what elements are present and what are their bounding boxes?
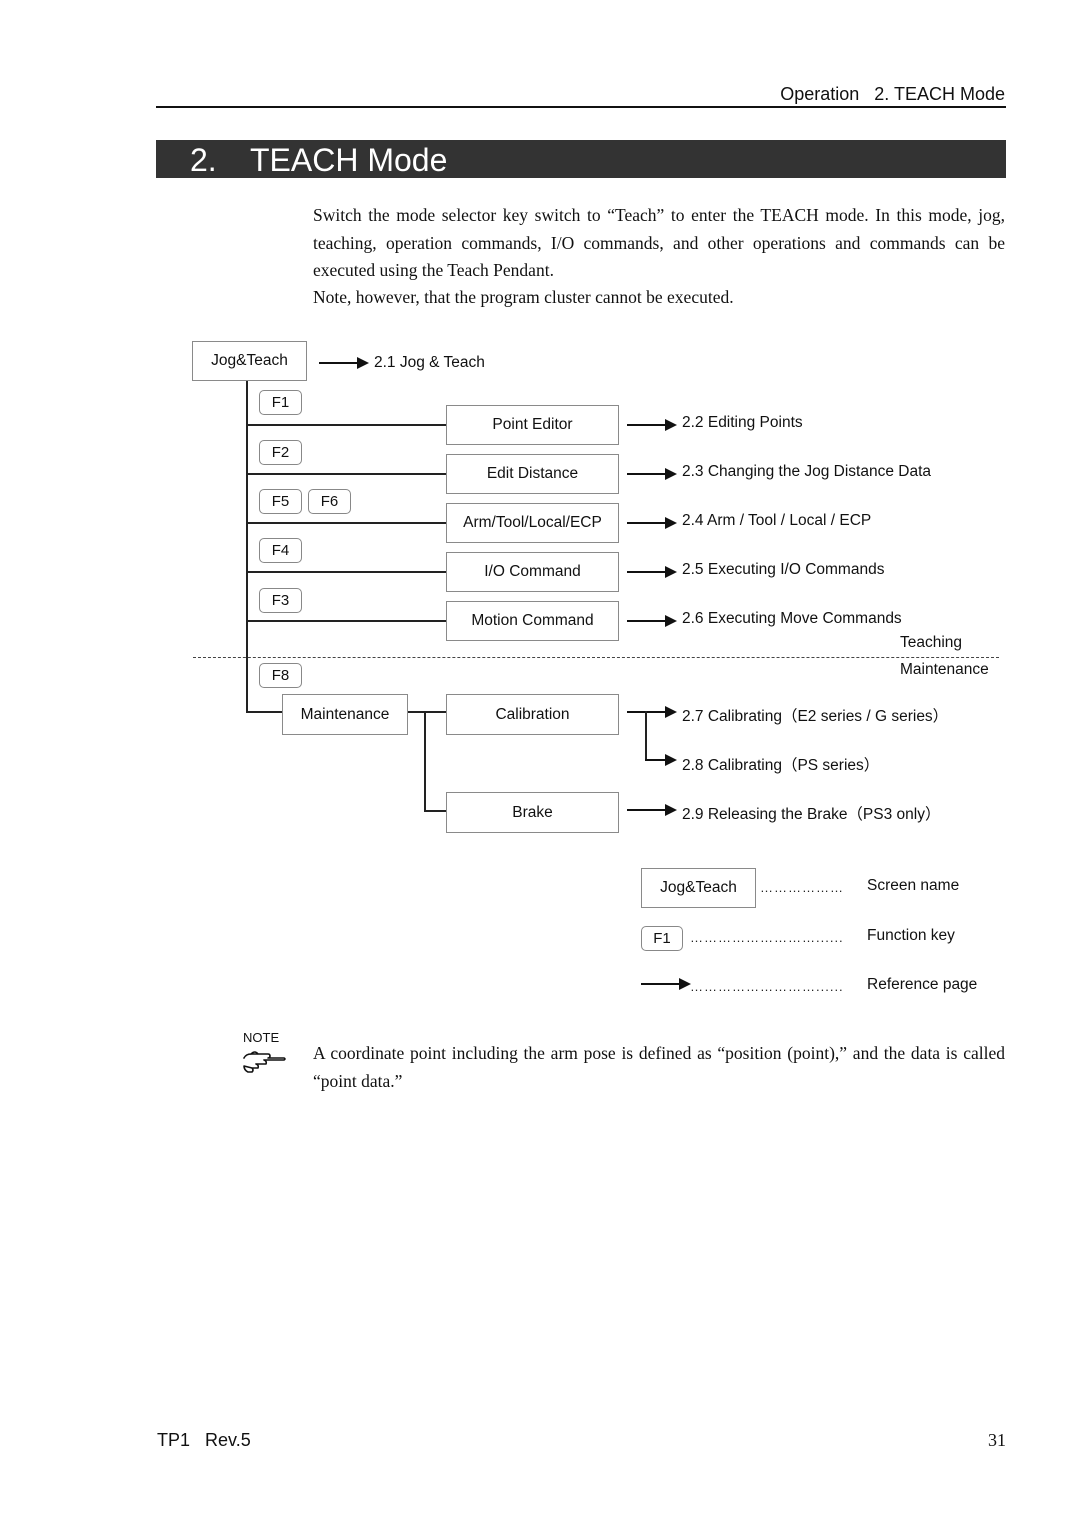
legend-meaning: Function key <box>867 927 955 944</box>
arrow-icon <box>627 566 677 578</box>
pointing-hand-icon <box>242 1048 286 1076</box>
fkey-f4: F4 <box>259 538 302 563</box>
screen-box-point-editor: Point Editor <box>446 405 619 445</box>
screen-label: Calibration <box>495 705 570 723</box>
arrow-icon <box>627 468 677 480</box>
note-label: NOTE <box>243 1030 280 1045</box>
legend-meaning: Screen name <box>867 877 960 894</box>
page-number: 31 <box>988 1430 1006 1450</box>
screen-label: Motion Command <box>471 612 594 629</box>
legend-symbol: Jog&Teach <box>660 879 737 896</box>
connector-line <box>645 711 647 761</box>
legend-leader-dots: ………………………...... <box>690 979 844 994</box>
arrow-icon <box>627 804 677 816</box>
legend-leader-dots: ………………………...... <box>690 930 844 945</box>
fkey-f6: F6 <box>308 489 351 514</box>
screen-label: Brake <box>512 803 553 821</box>
screen-label: Maintenance <box>300 705 390 723</box>
arrow-icon <box>627 706 677 718</box>
ref-2-7[interactable]: 2.7 Calibrating（E2 series / G series） <box>682 704 948 726</box>
arrow-icon <box>319 357 369 369</box>
section-title: TEACH Mode <box>250 142 448 178</box>
fkey-f8: F8 <box>259 663 302 688</box>
note-text: A coordinate point including the arm pos… <box>313 1043 1005 1091</box>
connector-line <box>424 711 426 812</box>
connector-line <box>246 473 446 475</box>
legend-screen-box: Jog&Teach <box>641 868 756 908</box>
screen-label: Jog&Teach <box>211 352 288 369</box>
connector-line <box>246 522 446 524</box>
ref-2-3[interactable]: 2.3 Changing the Jog Distance Data <box>682 463 931 481</box>
zone-divider <box>193 657 999 658</box>
zone-label-teaching: Teaching <box>900 634 963 651</box>
screen-box-maintenance: Maintenance <box>282 694 408 735</box>
screen-label: I/O Command <box>484 563 581 580</box>
screen-box-io-command: I/O Command <box>446 552 619 592</box>
connector-line <box>246 711 283 713</box>
ref-2-9[interactable]: 2.9 Releasing the Brake（PS3 only） <box>682 802 940 824</box>
connector-line <box>408 711 446 713</box>
screen-box-edit-distance: Edit Distance <box>446 454 619 494</box>
connector-line <box>246 571 446 573</box>
arrow-icon <box>645 754 677 766</box>
screen-label: Edit Distance <box>486 465 579 482</box>
ref-2-1[interactable]: 2.1 Jog & Teach <box>374 354 485 372</box>
arrow-icon <box>627 419 677 431</box>
trunk-line <box>246 381 248 712</box>
intro-paragraph: Switch the mode selector key switch to “… <box>313 205 1005 280</box>
ref-2-5[interactable]: 2.5 Executing I/O Commands <box>682 561 884 579</box>
fkey-f5: F5 <box>259 489 302 514</box>
fkey-f2: F2 <box>259 440 302 465</box>
intro-note-paragraph: Note, however, that the program cluster … <box>313 287 734 307</box>
ref-2-2[interactable]: 2.2 Editing Points <box>682 414 803 432</box>
screen-box-calibration: Calibration <box>446 694 619 735</box>
legend-arrow-icon <box>641 978 691 990</box>
screen-box-motion-command: Motion Command <box>446 601 619 641</box>
connector-line <box>246 620 446 622</box>
ref-2-8[interactable]: 2.8 Calibrating（PS series） <box>682 753 879 775</box>
arrow-icon <box>627 517 677 529</box>
header-rule <box>156 106 1006 108</box>
legend-meaning: Reference page <box>867 976 978 993</box>
connector-line <box>246 424 446 426</box>
fkey-f3: F3 <box>259 588 302 613</box>
arrow-icon <box>627 615 677 627</box>
screen-box-brake: Brake <box>446 792 619 833</box>
ref-2-6[interactable]: 2.6 Executing Move Commands <box>682 610 902 628</box>
screen-label: Arm/Tool/Local/ECP <box>463 514 602 531</box>
legend-fkey: F1 <box>641 926 683 951</box>
zone-label-maintenance: Maintenance <box>900 661 989 678</box>
running-head: Operation 2. TEACH Mode <box>780 84 1005 104</box>
screen-label: Point Editor <box>492 416 573 433</box>
ref-2-4[interactable]: 2.4 Arm / Tool / Local / ECP <box>682 512 871 530</box>
screen-box-arm-tool-local-ecp: Arm/Tool/Local/ECP <box>446 503 619 543</box>
screen-box-jog-teach: Jog&Teach <box>192 341 307 381</box>
legend-leader-dots: ……………… <box>760 880 844 895</box>
footer-doc-id: TP1 Rev.5 <box>157 1430 251 1450</box>
section-number: 2. <box>190 142 217 178</box>
connector-line <box>424 810 446 812</box>
fkey-f1: F1 <box>259 390 302 415</box>
